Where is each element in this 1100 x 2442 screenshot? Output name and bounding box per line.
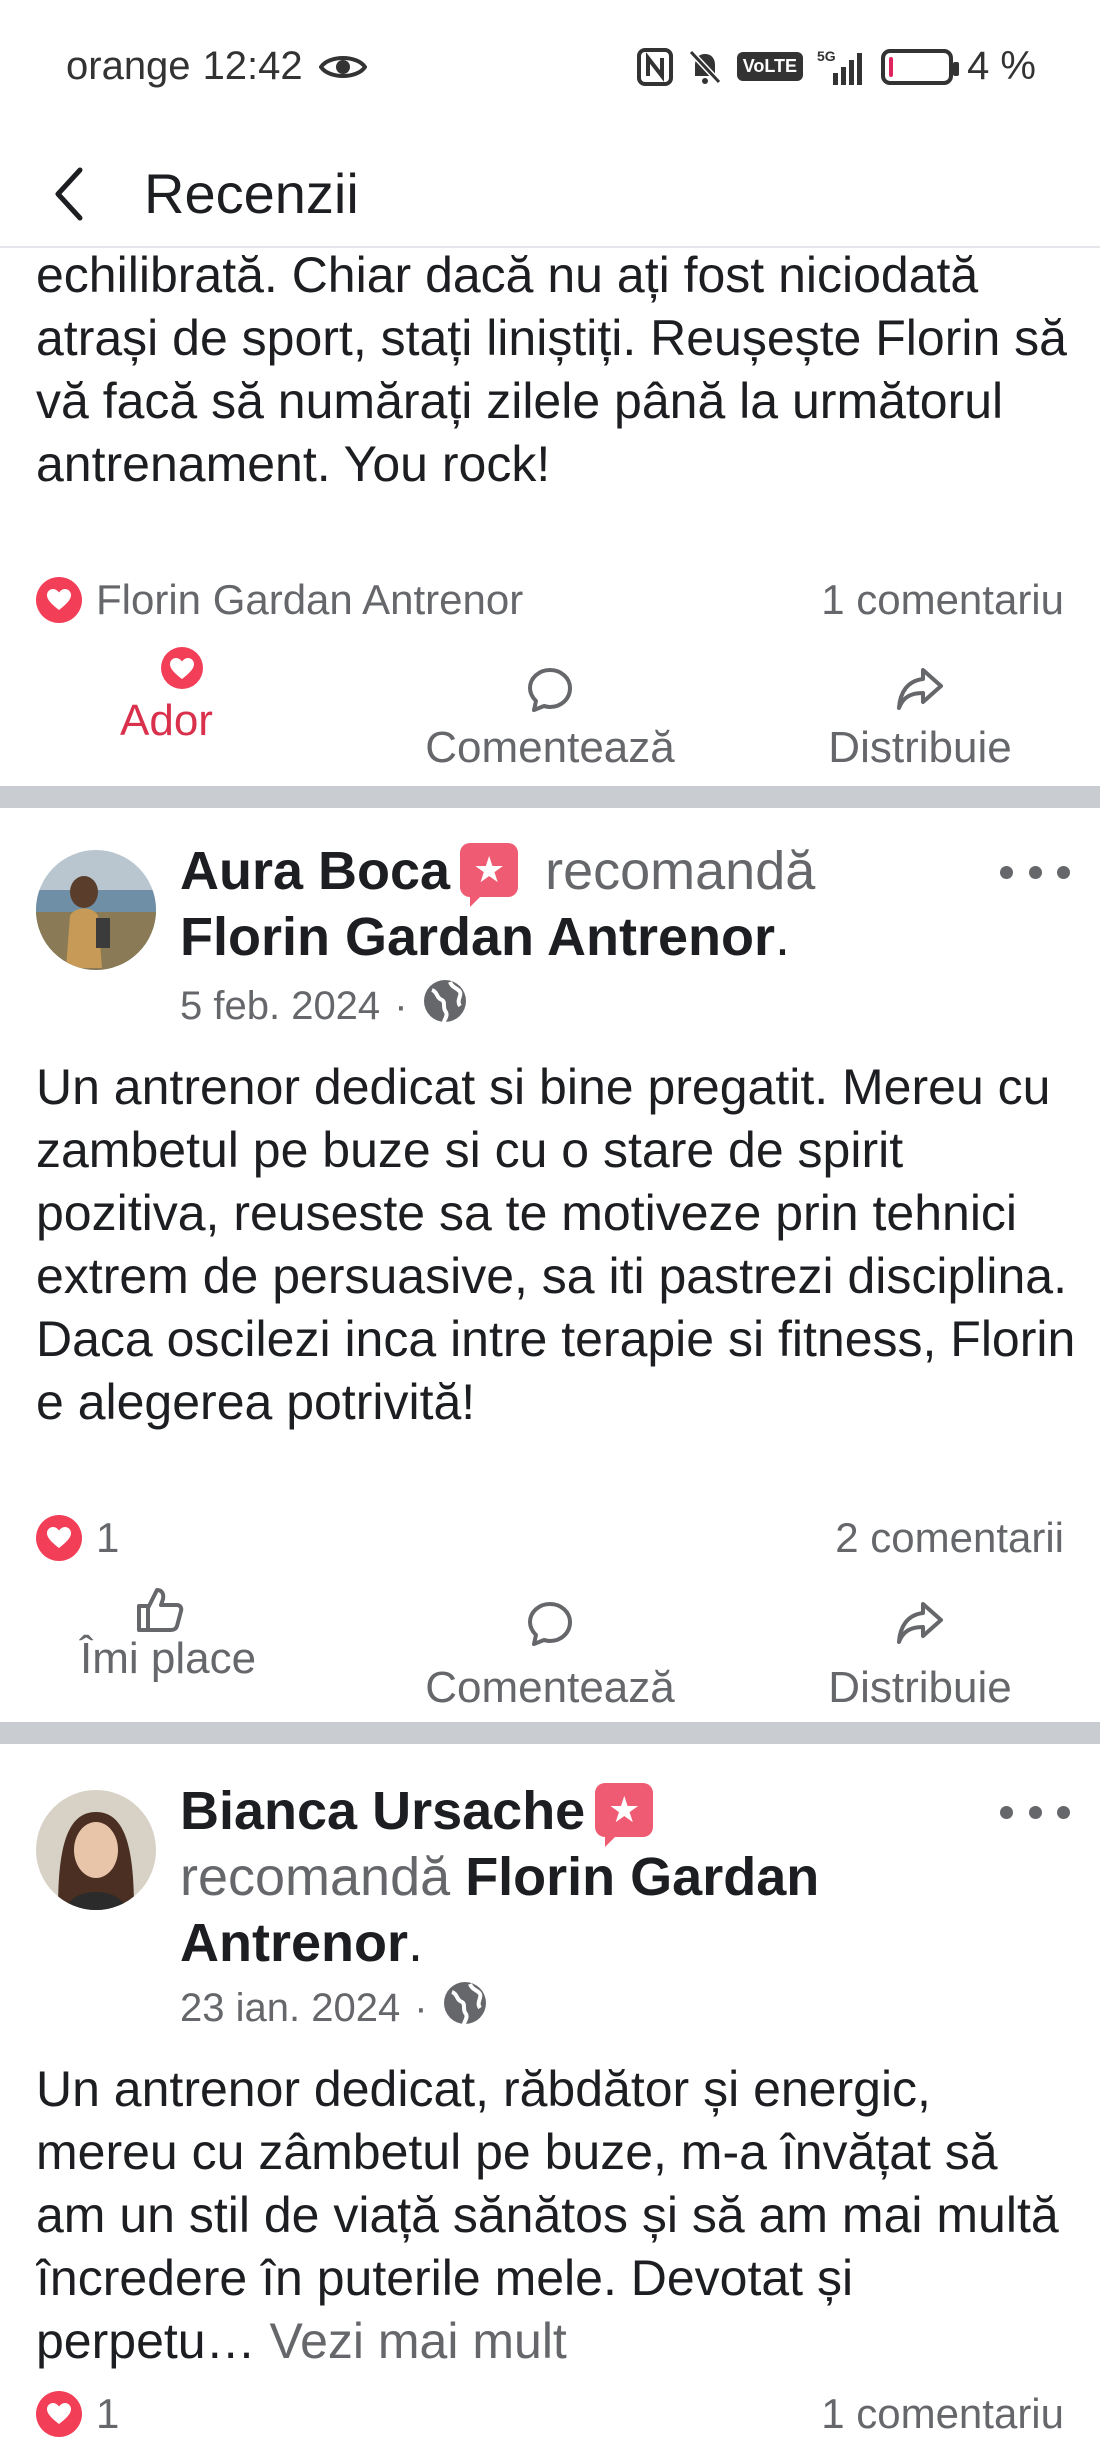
like-label: Îmi place	[80, 1634, 257, 1683]
recommend-verb: recomandă	[545, 841, 816, 901]
share-icon	[770, 638, 1070, 722]
nfc-icon	[636, 47, 673, 86]
carrier-name: orange	[66, 44, 191, 88]
post-text: Un antrenor dedicat si bine pregatit. Me…	[36, 1059, 1076, 1430]
heart-icon	[32, 638, 332, 694]
see-more-link[interactable]: Vezi mai mult	[270, 2313, 567, 2369]
signal-icon: 5G	[817, 47, 867, 87]
post-author-line: Bianca Ursache ★ recomandă Florin Gardan …	[180, 1781, 820, 1973]
reaction-summary[interactable]: Florin Gardan Antrenor 1 comentariu	[36, 572, 1064, 628]
heart-icon	[36, 1515, 82, 1561]
status-right: VoLTE 5G 4 %	[636, 44, 1036, 89]
love-label: Ador	[120, 696, 213, 745]
reaction-summary[interactable]: 1 2 comentarii	[36, 1510, 1064, 1566]
svg-text:5G: 5G	[817, 48, 836, 64]
comment-icon	[400, 1578, 700, 1662]
comment-button[interactable]: Comentează	[400, 638, 700, 788]
eye-icon	[318, 51, 367, 83]
status-left: orange 12:42	[66, 44, 367, 89]
mute-icon	[687, 48, 723, 86]
battery-icon	[881, 48, 960, 85]
post-text: echilibrată. Chiar dacă nu ați fost nici…	[36, 247, 1067, 492]
app-header: Recenzii	[0, 140, 1100, 248]
comment-button[interactable]: Comentează	[400, 1578, 700, 1728]
reaction-count: 1	[96, 1514, 120, 1561]
share-label: Distribuie	[828, 1663, 1012, 1712]
volte-badge: VoLTE	[736, 52, 804, 81]
page-title: Recenzii	[144, 162, 359, 225]
heart-icon	[36, 2391, 82, 2437]
back-button[interactable]	[40, 160, 100, 228]
post-actions: Ador Comentează Distribuie	[0, 638, 1100, 786]
comment-label: Comentează	[425, 723, 675, 772]
comment-label: Comentează	[425, 1663, 675, 1712]
post-date[interactable]: 23 ian. 2024	[180, 1986, 400, 2031]
post-divider	[0, 786, 1100, 808]
share-icon	[770, 1578, 1070, 1662]
recommend-verb: recomandă	[180, 1847, 451, 1907]
post-meta: 23 ian. 2024 ·	[180, 1980, 488, 2036]
post-actions: Îmi place Comentează Distribuie	[0, 1578, 1100, 1722]
clock: 12:42	[202, 44, 303, 88]
more-icon[interactable]	[1000, 1792, 1070, 1832]
share-label: Distribuie	[828, 723, 1012, 772]
love-button[interactable]: Ador	[32, 638, 332, 786]
post-text: Un antrenor dedicat, răbdător și energic…	[36, 2058, 1076, 2378]
comment-count[interactable]: 1 comentariu	[821, 2390, 1064, 2438]
page-name[interactable]: Florin Gardan Antrenor	[180, 907, 775, 967]
recommend-icon: ★	[460, 843, 519, 907]
post-meta: 5 feb. 2024 ·	[180, 978, 468, 1034]
post-divider	[0, 1722, 1100, 1744]
avatar[interactable]	[36, 850, 156, 970]
share-button[interactable]: Distribuie	[770, 638, 1070, 788]
heart-icon	[36, 577, 82, 623]
author-name[interactable]: Aura Boca	[180, 841, 450, 901]
comment-count[interactable]: 2 comentarii	[835, 1514, 1064, 1562]
battery-percent: 4 %	[967, 44, 1036, 88]
back-arrow-icon	[55, 167, 83, 221]
comment-count[interactable]: 1 comentariu	[821, 576, 1064, 624]
share-button[interactable]: Distribuie	[770, 1578, 1070, 1728]
recommend-icon: ★	[595, 1783, 654, 1847]
like-button[interactable]: Îmi place	[30, 1578, 290, 1722]
reaction-count: 1	[96, 2390, 120, 2437]
post-date[interactable]: 5 feb. 2024	[180, 984, 380, 1029]
author-name[interactable]: Bianca Ursache	[180, 1781, 585, 1841]
thumbs-up-icon	[30, 1578, 290, 1632]
reaction-summary[interactable]: 1 1 comentariu	[36, 2386, 1064, 2442]
avatar[interactable]	[36, 1790, 156, 1910]
status-bar: orange 12:42 VoLTE 5G 4 %	[0, 0, 1100, 140]
globe-icon	[422, 978, 468, 1034]
post-author-line: Aura Boca ★ recomandă Florin Gardan Antre…	[180, 841, 816, 967]
globe-icon	[442, 1980, 488, 2036]
more-icon[interactable]	[1000, 852, 1070, 892]
comment-icon	[400, 638, 700, 722]
reacted-by: Florin Gardan Antrenor	[96, 576, 524, 623]
